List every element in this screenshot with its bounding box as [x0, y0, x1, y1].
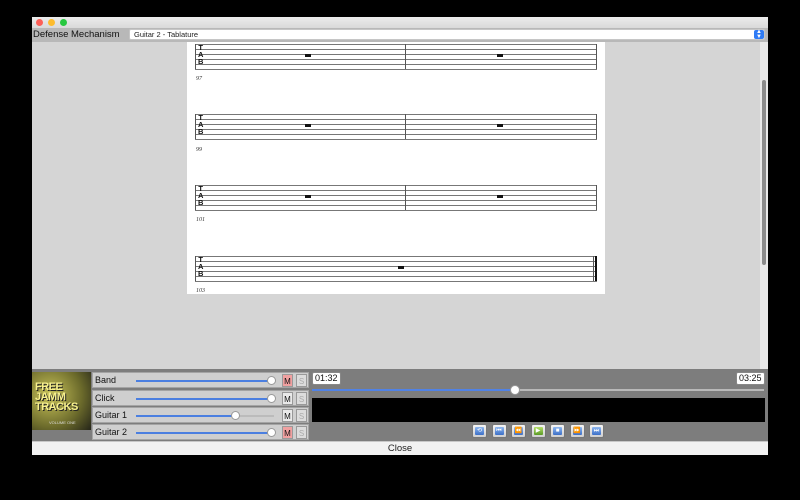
track-select-value: Guitar 2 - Tablature [134, 30, 199, 39]
waveform-display[interactable] [312, 398, 765, 422]
album-art: FREE JAMM TRACKS VOLUME ONE [32, 372, 91, 430]
mixer-row-guitar-1: Guitar 1 M S [92, 407, 309, 423]
volume-slider[interactable] [136, 394, 276, 403]
solo-button[interactable]: S [296, 374, 307, 387]
fast-forward-button[interactable]: ⏩ [569, 424, 585, 438]
mixer-row-band: Band M S [92, 372, 309, 388]
go-to-end-button[interactable]: ⏭ [589, 424, 604, 438]
whole-rest [305, 124, 311, 127]
rewind-button[interactable]: ⏪ [511, 424, 526, 438]
measure-number: 101 [196, 217, 205, 223]
select-arrows-icon: ▲ ▼ [754, 29, 764, 40]
mute-button[interactable]: M [282, 392, 293, 405]
measure-number: 97 [196, 76, 202, 82]
mute-button[interactable]: M [282, 374, 293, 387]
tab-clef: TAB [198, 43, 204, 66]
tab-staff: TAB [195, 44, 597, 71]
rewind-icon: ⏪ [514, 427, 523, 435]
position-thumb[interactable] [510, 385, 521, 395]
close-button[interactable]: Close [32, 441, 768, 455]
window-minimize-icon[interactable] [48, 19, 55, 26]
header-bar: Defense Mechanism Guitar 2 - Tablature ▲… [32, 28, 768, 42]
skip-start-icon: ⏮ [494, 427, 504, 435]
window-close-icon[interactable] [36, 19, 43, 26]
app-window: Defense Mechanism Guitar 2 - Tablature ▲… [32, 17, 768, 455]
volume-slider[interactable] [136, 376, 276, 385]
whole-rest [398, 266, 404, 269]
measure-number: 99 [196, 147, 202, 153]
position-slider[interactable] [312, 385, 764, 395]
solo-button[interactable]: S [296, 409, 307, 422]
mixer-row-click: Click M S [92, 390, 309, 406]
loop-icon: ⟲ [475, 427, 484, 435]
vertical-scrollbar[interactable] [760, 42, 768, 369]
song-title: Defense Mechanism [33, 29, 120, 40]
skip-end-icon: ⏭ [592, 427, 601, 435]
tab-staff: TAB [195, 256, 597, 283]
player-panel: FREE JAMM TRACKS VOLUME ONE Band M S Click… [32, 369, 768, 441]
track-name: Click [95, 393, 115, 403]
tab-clef: TAB [198, 184, 204, 207]
stop-icon: ■ [553, 427, 562, 435]
tab-clef: TAB [198, 113, 204, 136]
total-time: 03:25 [736, 372, 765, 385]
volume-slider[interactable] [136, 428, 276, 437]
track-select[interactable]: Guitar 2 - Tablature ▲ ▼ [129, 29, 765, 40]
current-time: 01:32 [312, 372, 341, 385]
window-zoom-icon[interactable] [60, 19, 67, 26]
whole-rest [305, 195, 311, 198]
tab-staff: TAB [195, 185, 597, 212]
mute-button[interactable]: M [282, 426, 293, 439]
volume-slider[interactable] [136, 411, 274, 420]
slider-thumb[interactable] [230, 411, 240, 420]
solo-button[interactable]: S [296, 426, 307, 439]
tab-staff: TAB [195, 114, 597, 141]
loop-button[interactable]: ⟲ [472, 424, 487, 438]
whole-rest [305, 54, 311, 57]
title-bar [32, 17, 768, 28]
score-view[interactable]: TAB 97 TAB 99 TAB 101 T A B 103 [32, 42, 760, 369]
play-button[interactable]: ▶ [530, 424, 546, 438]
stop-button[interactable]: ■ [550, 424, 565, 438]
whole-rest [497, 195, 503, 198]
slider-thumb[interactable] [266, 428, 276, 437]
play-icon: ▶ [533, 427, 543, 435]
go-to-start-button[interactable]: ⏮ [491, 424, 507, 438]
mixer-row-guitar-2: Guitar 2 M S [92, 424, 309, 440]
scrollbar-thumb[interactable] [762, 80, 766, 265]
slider-thumb[interactable] [266, 394, 276, 403]
tab-clef: TAB [198, 255, 204, 278]
track-name: Guitar 2 [95, 427, 128, 437]
mute-button[interactable]: M [282, 409, 293, 422]
track-name: Guitar 1 [95, 410, 128, 420]
measure-number: 103 [196, 288, 205, 294]
solo-button[interactable]: S [296, 392, 307, 405]
slider-thumb[interactable] [266, 376, 276, 385]
fast-forward-icon: ⏩ [572, 427, 582, 435]
whole-rest [497, 54, 503, 57]
track-name: Band [95, 375, 117, 385]
whole-rest [497, 124, 503, 127]
score-page: TAB 97 TAB 99 TAB 101 T A B 103 [187, 42, 605, 294]
